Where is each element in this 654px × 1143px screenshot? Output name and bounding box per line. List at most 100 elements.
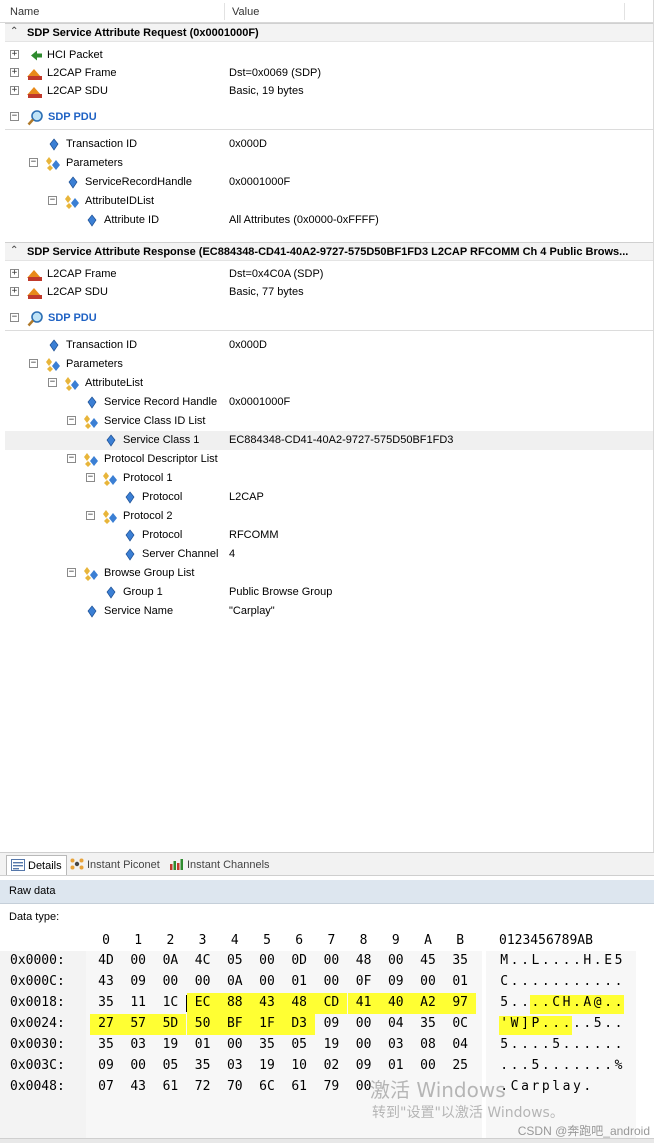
hex-byte[interactable]: 43 (251, 993, 283, 1014)
hex-byte[interactable]: 00 (380, 951, 412, 972)
hex-byte[interactable]: 10 (283, 1056, 315, 1077)
hex-byte[interactable]: 0F (348, 972, 380, 993)
tree-row-protocol-2[interactable]: − Protocol 2 (5, 507, 653, 526)
tree-row-l2cap-sdu[interactable]: + L2CAP SDU Basic, 19 bytes (5, 82, 653, 101)
tree-row-attribute-id[interactable]: Attribute ID All Attributes (0x0000-0xFF… (5, 211, 653, 230)
hex-byte[interactable]: 05 (219, 951, 251, 972)
tree-row-transaction-id[interactable]: Transaction ID 0x000D (5, 336, 653, 355)
tree-row-protocol-descriptor-list[interactable]: − Protocol Descriptor List (5, 450, 653, 469)
hex-byte[interactable]: 00 (412, 972, 444, 993)
hex-byte[interactable]: 04 (380, 1014, 412, 1035)
tree-row-hci-packet[interactable]: + HCI Packet (5, 46, 653, 65)
collapse-icon[interactable]: − (29, 359, 38, 368)
column-header-value[interactable]: Value (232, 6, 259, 18)
hex-byte[interactable]: 09 (380, 972, 412, 993)
collapse-icon[interactable]: − (48, 378, 57, 387)
expand-icon[interactable]: + (10, 287, 19, 296)
hex-byte[interactable]: 48 (348, 951, 380, 972)
hex-byte[interactable]: A2 (412, 993, 444, 1014)
hex-byte[interactable]: 35 (90, 993, 122, 1014)
hex-byte[interactable]: 35 (251, 1035, 283, 1056)
tree-row-service-class-1[interactable]: Service Class 1 EC884348-CD41-40A2-9727-… (5, 431, 653, 450)
hex-byte[interactable]: 1F (251, 1014, 283, 1035)
collapse-icon[interactable]: − (10, 313, 19, 322)
hex-row-ascii[interactable]: C........... (499, 974, 624, 993)
tree-row-attribute-id-list[interactable]: − AttributeIDList (5, 192, 653, 211)
tree-row-server-channel[interactable]: Server Channel 4 (5, 545, 653, 564)
hex-byte[interactable]: 00 (122, 951, 154, 972)
hex-row-ascii[interactable]: .Carplay. (499, 1079, 593, 1098)
hex-byte[interactable]: 05 (283, 1035, 315, 1056)
request-section-header[interactable]: ⌃ SDP Service Attribute Request (0x00010… (5, 23, 653, 42)
hex-byte[interactable]: 0A (154, 951, 186, 972)
hex-byte[interactable]: 40 (379, 993, 412, 1014)
column-header-name[interactable]: Name (10, 6, 39, 18)
hex-row-ascii[interactable]: ... 5.......% (499, 1058, 624, 1077)
hex-byte[interactable]: 00 (251, 972, 283, 993)
tree-row-protocol[interactable]: Protocol RFCOMM (5, 526, 653, 545)
hex-byte[interactable]: 00 (348, 1035, 380, 1056)
tab-details[interactable]: Details (6, 855, 67, 875)
hex-byte[interactable]: CD (315, 993, 348, 1014)
tree-row-service-name[interactable]: Service Name "Carplay" (5, 602, 653, 621)
tree-row-service-class-id-list[interactable]: − Service Class ID List (5, 412, 653, 431)
hex-byte[interactable]: 0A (219, 972, 251, 993)
hex-byte[interactable]: 00 (122, 1056, 154, 1077)
tree-row-protocol[interactable]: Protocol L2CAP (5, 488, 653, 507)
hex-byte[interactable]: 41 (347, 993, 380, 1014)
hex-byte[interactable]: 6C (251, 1077, 283, 1098)
tab-instant-piconet[interactable]: Instant Piconet (66, 855, 164, 875)
hex-row-ascii[interactable]: 5....5...... (499, 1037, 624, 1056)
collapse-icon[interactable]: − (86, 511, 95, 520)
expand-icon[interactable]: + (10, 68, 19, 77)
hex-byte[interactable]: 4C (187, 951, 219, 972)
hex-byte[interactable]: 1C (154, 993, 186, 1014)
collapse-icon[interactable]: − (67, 416, 76, 425)
hex-byte[interactable]: 79 (315, 1077, 347, 1098)
hex-byte[interactable]: 57 (122, 1014, 155, 1035)
hex-byte[interactable]: 00 (154, 972, 186, 993)
hex-byte[interactable]: 4D (90, 951, 122, 972)
hex-byte[interactable]: 00 (315, 972, 347, 993)
tree-row-l2cap-frame[interactable]: + L2CAP Frame Dst=0x0069 (SDP) (5, 64, 653, 83)
hex-byte[interactable]: 19 (315, 1035, 347, 1056)
expand-icon[interactable]: + (10, 50, 19, 59)
hex-byte[interactable]: 72 (187, 1077, 219, 1098)
collapse-icon[interactable]: − (10, 112, 19, 121)
collapse-icon[interactable]: − (67, 568, 76, 577)
hex-byte[interactable]: 01 (283, 972, 315, 993)
hex-byte[interactable]: 45 (412, 951, 444, 972)
hex-byte[interactable]: 35 (187, 1056, 219, 1077)
hex-byte[interactable]: 00 (219, 1035, 251, 1056)
hex-byte[interactable]: 61 (154, 1077, 186, 1098)
hex-byte[interactable]: 0C (444, 1014, 476, 1035)
hex-byte[interactable]: 05 (154, 1056, 186, 1077)
collapse-icon[interactable]: − (86, 473, 95, 482)
hex-byte[interactable]: 04 (444, 1035, 476, 1056)
tree-row-service-record-handle[interactable]: ServiceRecordHandle 0x0001000F (5, 173, 653, 192)
tree-row-l2cap-sdu[interactable]: + L2CAP SDU Basic, 77 bytes (5, 283, 653, 302)
hex-byte[interactable]: 35 (90, 1035, 122, 1056)
hex-byte[interactable]: D3 (283, 1014, 316, 1035)
expand-icon[interactable]: + (10, 269, 19, 278)
tree-row-sdp-pdu[interactable]: − SDP PDU (5, 309, 653, 328)
hex-byte[interactable]: 02 (315, 1056, 347, 1077)
hex-byte[interactable]: 00 (348, 1014, 380, 1035)
hex-byte[interactable]: 70 (219, 1077, 251, 1098)
hex-byte[interactable]: 03 (122, 1035, 154, 1056)
collapse-chevron-icon[interactable]: ⌃ (10, 245, 18, 256)
collapse-icon[interactable]: − (29, 158, 38, 167)
hex-byte[interactable]: 19 (154, 1035, 186, 1056)
hex-byte[interactable]: 97 (444, 993, 477, 1014)
hex-row-ascii[interactable]: ' W] P..... 5.. (499, 1016, 624, 1035)
hex-byte[interactable]: BF (218, 1014, 251, 1035)
hex-byte[interactable]: 5D (154, 1014, 187, 1035)
hex-byte[interactable]: 43 (90, 972, 122, 993)
collapse-icon[interactable]: − (67, 454, 76, 463)
hex-byte[interactable]: 19 (251, 1056, 283, 1077)
hex-byte[interactable]: 27 (90, 1014, 122, 1035)
response-section-header[interactable]: ⌃ SDP Service Attribute Response (EC8843… (5, 242, 653, 261)
hex-byte[interactable]: 35 (444, 951, 476, 972)
hex-byte[interactable]: 09 (315, 1014, 347, 1035)
hex-byte[interactable]: 01 (187, 1035, 219, 1056)
